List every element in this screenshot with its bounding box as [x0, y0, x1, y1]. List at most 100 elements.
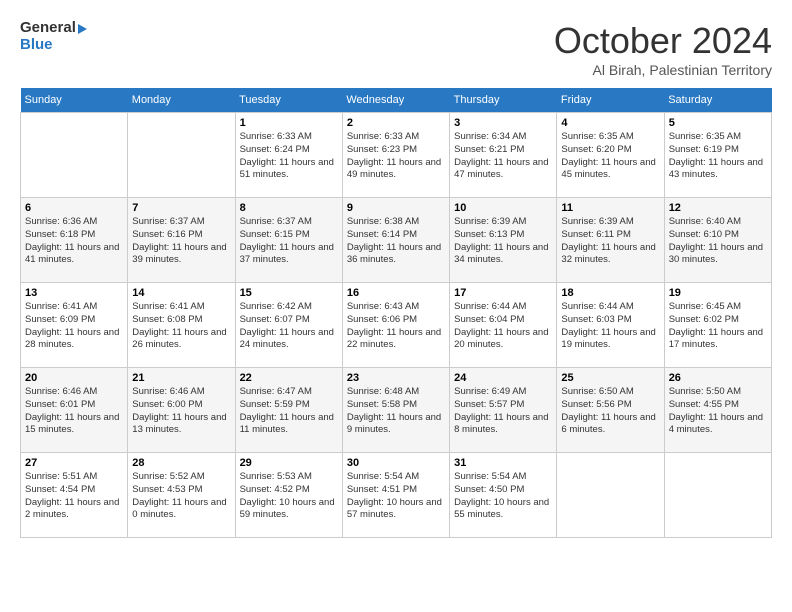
- day-details: Sunrise: 6:37 AM Sunset: 6:15 PM Dayligh…: [240, 216, 338, 267]
- day-details: Sunrise: 6:47 AM Sunset: 5:59 PM Dayligh…: [240, 386, 338, 437]
- calendar-week-1: 1 Sunrise: 6:33 AM Sunset: 6:24 PM Daylig…: [21, 113, 772, 198]
- col-header-sunday: Sunday: [21, 88, 128, 113]
- day-details: Sunrise: 6:49 AM Sunset: 5:57 PM Dayligh…: [454, 386, 552, 437]
- day-number: 18: [561, 287, 659, 299]
- col-header-tuesday: Tuesday: [235, 88, 342, 113]
- day-number: 16: [347, 287, 445, 299]
- calendar-cell: 9Sunrise: 6:38 AM Sunset: 6:14 PM Daylig…: [342, 198, 449, 283]
- calendar-cell: 6 Sunrise: 6:36 AM Sunset: 6:18 PM Daylig…: [21, 198, 128, 283]
- day-details: Sunrise: 6:41 AM Sunset: 6:09 PM Dayligh…: [25, 301, 123, 352]
- logo-arrow-icon: [78, 24, 87, 34]
- day-number: 27: [25, 457, 123, 469]
- day-number: 30: [347, 457, 445, 469]
- calendar-cell: 3 Sunrise: 6:34 AM Sunset: 6:21 PM Daylig…: [450, 113, 557, 198]
- calendar-cell: 24 Sunrise: 6:49 AM Sunset: 5:57 PM Dayli…: [450, 368, 557, 453]
- day-details: Sunrise: 6:45 AM Sunset: 6:02 PM Dayligh…: [669, 301, 767, 352]
- calendar-cell: 2 Sunrise: 6:33 AM Sunset: 6:23 PM Daylig…: [342, 113, 449, 198]
- logo-general: General: [20, 20, 76, 37]
- day-number: 3: [454, 117, 552, 129]
- day-number: 31: [454, 457, 552, 469]
- calendar-cell: 17 Sunrise: 6:44 AM Sunset: 6:04 PM Dayli…: [450, 283, 557, 368]
- day-details: Sunrise: 6:34 AM Sunset: 6:21 PM Dayligh…: [454, 131, 552, 182]
- day-details: Sunrise: 6:39 AM Sunset: 6:13 PM Dayligh…: [454, 216, 552, 267]
- day-number: 17: [454, 287, 552, 299]
- title-area: October 2024 Al Birah, Palestinian Terri…: [554, 20, 772, 78]
- calendar-cell: 7 Sunrise: 6:37 AM Sunset: 6:16 PM Daylig…: [128, 198, 235, 283]
- day-number: 15: [240, 287, 338, 299]
- calendar-cell: 10 Sunrise: 6:39 AM Sunset: 6:13 PM Dayli…: [450, 198, 557, 283]
- day-number: 22: [240, 372, 338, 384]
- day-details: Sunrise: 6:41 AM Sunset: 6:08 PM Dayligh…: [132, 301, 230, 352]
- day-details: Sunrise: 6:46 AM Sunset: 6:01 PM Dayligh…: [25, 386, 123, 437]
- calendar-week-4: 20 Sunrise: 6:46 AM Sunset: 6:01 PM Dayli…: [21, 368, 772, 453]
- calendar-cell: 26Sunrise: 5:50 AM Sunset: 4:55 PM Dayli…: [664, 368, 771, 453]
- day-number: 25: [561, 372, 659, 384]
- day-number: 2: [347, 117, 445, 129]
- calendar-cell: 31Sunrise: 5:54 AM Sunset: 4:50 PM Dayli…: [450, 453, 557, 538]
- calendar-cell: 28 Sunrise: 5:52 AM Sunset: 4:53 PM Dayli…: [128, 453, 235, 538]
- calendar-cell: 8 Sunrise: 6:37 AM Sunset: 6:15 PM Daylig…: [235, 198, 342, 283]
- day-details: Sunrise: 6:40 AM Sunset: 6:10 PM Dayligh…: [669, 216, 767, 267]
- calendar-week-3: 13 Sunrise: 6:41 AM Sunset: 6:09 PM Dayli…: [21, 283, 772, 368]
- day-number: 19: [669, 287, 767, 299]
- day-number: 8: [240, 202, 338, 214]
- location: Al Birah, Palestinian Territory: [554, 62, 772, 78]
- day-details: Sunrise: 6:35 AM Sunset: 6:19 PM Dayligh…: [669, 131, 767, 182]
- day-details: Sunrise: 6:50 AM Sunset: 5:56 PM Dayligh…: [561, 386, 659, 437]
- calendar-cell: 21 Sunrise: 6:46 AM Sunset: 6:00 PM Dayli…: [128, 368, 235, 453]
- logo: General Blue: [20, 20, 87, 53]
- calendar-cell: 5 Sunrise: 6:35 AM Sunset: 6:19 PM Daylig…: [664, 113, 771, 198]
- day-details: Sunrise: 6:44 AM Sunset: 6:04 PM Dayligh…: [454, 301, 552, 352]
- page-header: General Blue October 2024 Al Birah, Pale…: [20, 20, 772, 78]
- day-number: 12: [669, 202, 767, 214]
- day-details: Sunrise: 6:46 AM Sunset: 6:00 PM Dayligh…: [132, 386, 230, 437]
- col-header-monday: Monday: [128, 88, 235, 113]
- calendar-cell: 25 Sunrise: 6:50 AM Sunset: 5:56 PM Dayli…: [557, 368, 664, 453]
- calendar-cell: 13 Sunrise: 6:41 AM Sunset: 6:09 PM Dayli…: [21, 283, 128, 368]
- calendar-week-2: 6 Sunrise: 6:36 AM Sunset: 6:18 PM Daylig…: [21, 198, 772, 283]
- day-number: 13: [25, 287, 123, 299]
- calendar-cell: 12 Sunrise: 6:40 AM Sunset: 6:10 PM Dayli…: [664, 198, 771, 283]
- calendar-cell: [557, 453, 664, 538]
- day-number: 4: [561, 117, 659, 129]
- logo-blue: Blue: [20, 37, 87, 54]
- day-number: 21: [132, 372, 230, 384]
- day-details: Sunrise: 6:35 AM Sunset: 6:20 PM Dayligh…: [561, 131, 659, 182]
- day-number: 7: [132, 202, 230, 214]
- calendar-cell: 27 Sunrise: 5:51 AM Sunset: 4:54 PM Dayli…: [21, 453, 128, 538]
- day-number: 23: [347, 372, 445, 384]
- day-details: Sunrise: 6:42 AM Sunset: 6:07 PM Dayligh…: [240, 301, 338, 352]
- calendar-cell: 30 Sunrise: 5:54 AM Sunset: 4:51 PM Dayli…: [342, 453, 449, 538]
- day-details: Sunrise: 6:36 AM Sunset: 6:18 PM Dayligh…: [25, 216, 123, 267]
- day-number: 10: [454, 202, 552, 214]
- day-number: 6: [25, 202, 123, 214]
- day-number: 1: [240, 117, 338, 129]
- calendar-cell: 19 Sunrise: 6:45 AM Sunset: 6:02 PM Dayli…: [664, 283, 771, 368]
- day-number: 24: [454, 372, 552, 384]
- day-details: Sunrise: 6:33 AM Sunset: 6:24 PM Dayligh…: [240, 131, 338, 182]
- day-details: Sunrise: 6:33 AM Sunset: 6:23 PM Dayligh…: [347, 131, 445, 182]
- calendar-cell: 1 Sunrise: 6:33 AM Sunset: 6:24 PM Daylig…: [235, 113, 342, 198]
- day-details: Sunrise: 6:39 AM Sunset: 6:11 PM Dayligh…: [561, 216, 659, 267]
- calendar-cell: 15 Sunrise: 6:42 AM Sunset: 6:07 PM Dayli…: [235, 283, 342, 368]
- calendar-cell: [21, 113, 128, 198]
- calendar-header-row: SundayMondayTuesdayWednesdayThursdayFrid…: [21, 88, 772, 113]
- day-number: 9: [347, 202, 445, 214]
- col-header-saturday: Saturday: [664, 88, 771, 113]
- calendar-cell: 29Sunrise: 5:53 AM Sunset: 4:52 PM Dayli…: [235, 453, 342, 538]
- day-details: Sunrise: 6:37 AM Sunset: 6:16 PM Dayligh…: [132, 216, 230, 267]
- day-details: Sunrise: 5:54 AM Sunset: 4:51 PM Dayligh…: [347, 471, 445, 522]
- day-number: 28: [132, 457, 230, 469]
- day-number: 20: [25, 372, 123, 384]
- day-number: 26: [669, 372, 767, 384]
- day-details: Sunrise: 5:52 AM Sunset: 4:53 PM Dayligh…: [132, 471, 230, 522]
- calendar-week-5: 27 Sunrise: 5:51 AM Sunset: 4:54 PM Dayli…: [21, 453, 772, 538]
- day-details: Sunrise: 5:53 AM Sunset: 4:52 PM Dayligh…: [240, 471, 338, 522]
- col-header-wednesday: Wednesday: [342, 88, 449, 113]
- day-number: 5: [669, 117, 767, 129]
- day-number: 14: [132, 287, 230, 299]
- calendar-cell: 22 Sunrise: 6:47 AM Sunset: 5:59 PM Dayli…: [235, 368, 342, 453]
- day-details: Sunrise: 5:51 AM Sunset: 4:54 PM Dayligh…: [25, 471, 123, 522]
- calendar-cell: 4 Sunrise: 6:35 AM Sunset: 6:20 PM Daylig…: [557, 113, 664, 198]
- month-title: October 2024: [554, 20, 772, 62]
